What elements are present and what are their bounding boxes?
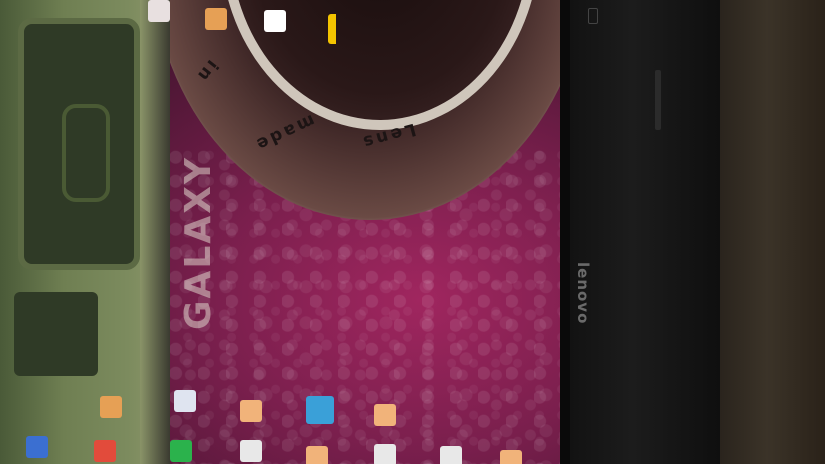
folder-icon[interactable] — [205, 8, 227, 30]
background-desk — [720, 0, 825, 464]
app-icon[interactable] — [374, 444, 396, 464]
laptop-screen: Lens made in GALAXY — [0, 0, 565, 464]
camera-edge — [140, 0, 170, 464]
folder-icon[interactable] — [374, 404, 396, 426]
laptop-bezel — [570, 0, 725, 464]
app-icon[interactable] — [26, 436, 48, 458]
app-icon[interactable] — [500, 450, 522, 464]
app-icon[interactable] — [240, 440, 262, 462]
app-icon[interactable] — [174, 390, 196, 412]
app-icon[interactable] — [440, 446, 462, 464]
app-icon[interactable] — [94, 440, 116, 462]
camera-pad — [14, 292, 98, 376]
folder-icon[interactable] — [306, 446, 328, 464]
app-icon[interactable] — [264, 10, 286, 32]
camera-screen — [18, 18, 140, 270]
bezel-notch — [588, 8, 598, 24]
camera-logo: GALAXY — [178, 155, 219, 330]
app-icon[interactable] — [306, 396, 334, 424]
camera-dial — [62, 104, 110, 202]
folder-icon[interactable] — [240, 400, 262, 422]
folder-icon[interactable] — [100, 396, 122, 418]
app-icon[interactable] — [148, 0, 170, 22]
bezel-mark — [655, 70, 661, 130]
app-icon[interactable] — [328, 14, 354, 44]
camera-body-reflection — [0, 0, 160, 464]
app-icon[interactable] — [170, 440, 192, 462]
brand-logo: lenovo — [574, 262, 592, 325]
